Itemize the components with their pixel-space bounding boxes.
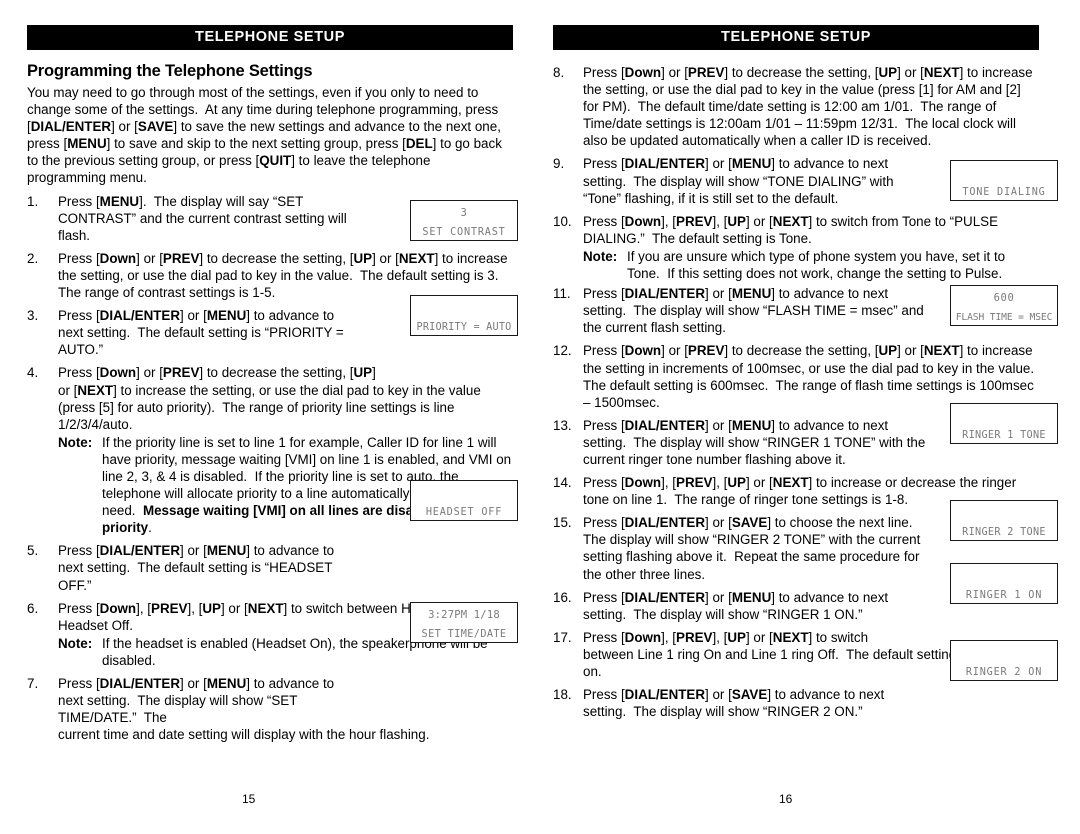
lcd-label: RINGER 2 ON <box>965 667 1043 678</box>
lcd-ringer-2-on: RINGER 2 ON <box>950 640 1058 681</box>
page-number-right: 16 <box>779 792 793 806</box>
step-number: 13. <box>553 417 572 433</box>
lcd-value: 3 <box>460 207 468 219</box>
lcd-headset-off: HEADSET OFF <box>410 480 518 521</box>
manual-page-right: TELEPHONE SETUP 8. Press [Down] or [PREV… <box>540 0 1080 834</box>
step-number: 3. <box>27 308 39 324</box>
step-number: 15. <box>553 515 572 531</box>
page-header-banner-left: TELEPHONE SETUP <box>27 25 513 50</box>
lcd-set-contrast: 3 SET CONTRAST <box>410 200 518 241</box>
step-note: Note: If you are unsure which type of ph… <box>583 248 1039 282</box>
lcd-label: RINGER 1 ON <box>965 590 1043 601</box>
step-number: 4. <box>27 365 39 381</box>
step-number: 14. <box>553 475 572 491</box>
lcd-ringer-2-tone: RINGER 2 TONE <box>950 500 1058 541</box>
step-number: 7. <box>27 676 39 691</box>
page-title: Programming the Telephone Settings <box>27 62 313 80</box>
lcd-value: 600 <box>993 292 1015 304</box>
note-text: If you are unsure which type of phone sy… <box>627 248 1006 282</box>
step-number: 17. <box>553 629 572 645</box>
step-text: Press [DIAL/ENTER] or [SAVE] to choose t… <box>583 515 921 582</box>
step-item: 2. Press [Down] or [PREV] to decrease th… <box>27 250 513 301</box>
step-number: 8. <box>553 65 565 80</box>
lcd-value: 3:27PM 1/18 <box>428 609 500 621</box>
lcd-ringer-1-on: RINGER 1 ON <box>950 563 1058 604</box>
step-text: Press [DIAL/ENTER] or [MENU] to advance … <box>58 676 430 743</box>
step-item: 7. Press [DIAL/ENTER] or [MENU] to advan… <box>27 675 513 743</box>
intro-paragraph: You may need to go through most of the s… <box>27 85 502 186</box>
step-number: 5. <box>27 543 39 559</box>
step-text: Press [Down] or [PREV] to decrease the s… <box>583 65 1033 149</box>
step-item: 5. Press [DIAL/ENTER] or [MENU] to advan… <box>27 542 513 593</box>
step-number: 11. <box>553 286 571 302</box>
step-text: Press [DIAL/ENTER] or [MENU] to advance … <box>583 589 889 622</box>
lcd-tone-dialing: TONE DIALING <box>950 160 1058 201</box>
step-text: Press [DIAL/ENTER] or [MENU] to advance … <box>58 308 344 358</box>
lcd-label: FLASH TIME = MSEC <box>955 312 1053 323</box>
step-number: 2. <box>27 250 39 266</box>
step-text: Press [Down], [PREV], [UP] or [NEXT] to … <box>583 213 999 246</box>
step-number: 16. <box>553 589 572 605</box>
step-number: 18. <box>553 687 572 703</box>
step-item: 10. Press [Down], [PREV], [UP] or [NEXT]… <box>553 213 1039 282</box>
lcd-ringer-1-tone: RINGER 1 TONE <box>950 403 1058 444</box>
step-text: Press [DIAL/ENTER] or [MENU] to advance … <box>583 286 924 336</box>
steps-list-left: 1. Press [MENU]. The display will say “S… <box>27 193 513 744</box>
lcd-set-time-date: 3:27PM 1/18 SET TIME/DATE <box>410 602 518 643</box>
step-text: Press [Down] or [PREV] to decrease the s… <box>583 343 1038 410</box>
step-number: 6. <box>27 600 39 616</box>
step-text: Press [DIAL/ENTER] or [MENU] to advance … <box>58 543 335 593</box>
lcd-label: TONE DIALING <box>962 187 1046 198</box>
lcd-label: RINGER 2 TONE <box>962 527 1046 538</box>
step-text: Press [DIAL/ENTER] or [SAVE] to advance … <box>583 687 885 720</box>
lcd-priority-auto: PRIORITY = AUTO <box>410 295 518 336</box>
step-text: Press [MENU]. The display will say “SET … <box>58 193 347 243</box>
step-number: 10. <box>553 213 572 229</box>
lcd-label: RINGER 1 TONE <box>962 430 1046 441</box>
lcd-label: SET CONTRAST <box>422 227 506 238</box>
step-text: Press [Down] or [PREV] to decrease the s… <box>58 365 481 432</box>
lcd-label: PRIORITY = AUTO <box>416 322 512 333</box>
lcd-label: HEADSET OFF <box>425 507 503 518</box>
step-text: Press [DIAL/ENTER] or [MENU] to advance … <box>583 417 926 467</box>
note-label: Note: <box>58 434 93 450</box>
step-item: 12. Press [Down] or [PREV] to decrease t… <box>553 342 1039 410</box>
step-text: Press [DIAL/ENTER] or [MENU] to advance … <box>583 156 894 206</box>
page-number-left: 15 <box>242 792 256 806</box>
manual-page-spread: TELEPHONE SETUP Programming the Telephon… <box>0 0 1080 834</box>
lcd-flash-time: 600 FLASH TIME = MSEC <box>950 285 1058 326</box>
manual-page-left: TELEPHONE SETUP Programming the Telephon… <box>0 0 540 834</box>
step-item: 18. Press [DIAL/ENTER] or [SAVE] to adva… <box>553 686 1039 720</box>
step-number: 1. <box>27 193 39 209</box>
step-number: 9. <box>553 156 565 172</box>
lcd-label: SET TIME/DATE <box>421 629 507 640</box>
note-label: Note: <box>58 635 93 651</box>
note-label: Note: <box>583 248 618 264</box>
step-number: 12. <box>553 343 572 359</box>
step-item: 8. Press [Down] or [PREV] to decrease th… <box>553 64 1039 149</box>
step-text: Press [Down] or [PREV] to decrease the s… <box>58 250 508 301</box>
page-header-banner-right: TELEPHONE SETUP <box>553 25 1039 50</box>
